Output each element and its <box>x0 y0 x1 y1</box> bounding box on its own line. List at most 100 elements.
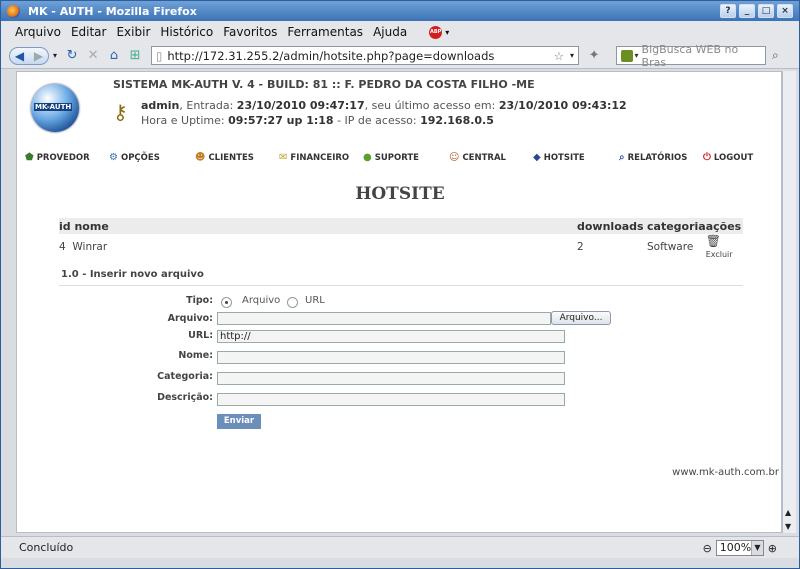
ip-address: 192.168.0.5 <box>420 114 494 127</box>
submit-button[interactable]: Enviar <box>217 414 261 429</box>
nome-label: Nome: <box>178 350 213 361</box>
menu-arquivo[interactable]: Arquivo <box>15 25 61 39</box>
browser-window: MK - AUTH - Mozilla Firefox ? _ □ × Arqu… <box>0 0 800 569</box>
stop-icon[interactable]: ✕ <box>84 47 102 65</box>
back-icon[interactable]: ◀ <box>15 49 24 63</box>
search-box[interactable]: ▾ BigBusca WEB no Bras <box>616 43 767 69</box>
bookmark-star-icon[interactable]: ☆ <box>554 49 564 63</box>
menu-editar[interactable]: Editar <box>71 25 107 39</box>
file-input[interactable] <box>217 312 551 325</box>
addon-icon[interactable]: ✦ <box>585 47 603 65</box>
reload-icon[interactable]: ↻ <box>63 47 81 65</box>
title-bar: MK - AUTH - Mozilla Firefox ? _ □ × <box>1 1 799 21</box>
url-bar[interactable]: ▯ http://172.31.255.2/admin/hotsite.php?… <box>151 46 580 65</box>
finance-icon: ✉ <box>279 152 288 163</box>
trash-icon[interactable]: 🗑 <box>706 234 721 248</box>
page-content: MK-AUTH SISTEMA MK-AUTH V. 4 - BUILD: 81… <box>16 71 782 533</box>
menu-central[interactable]: ☺ CENTRAL <box>449 152 533 163</box>
arquivo-label: Arquivo: <box>167 313 213 324</box>
table-header: id nome downloads categoria ações <box>59 218 743 234</box>
adblock-icon[interactable]: ABP <box>429 25 443 39</box>
mk-auth-logo: MK-AUTH <box>31 84 79 132</box>
adblock-dropdown-icon[interactable]: ▾ <box>445 28 449 37</box>
col-acoes: ações <box>705 218 743 234</box>
vertical-scrollbar[interactable]: ▲ ▼ <box>782 71 796 533</box>
hotsite-icon: ◆ <box>533 152 541 163</box>
page-icon: ▯ <box>156 48 163 63</box>
maximize-button[interactable]: □ <box>758 4 774 18</box>
descricao-input[interactable] <box>217 393 565 406</box>
zoom-out-icon[interactable]: ⊖ <box>703 542 712 555</box>
delete-action[interactable]: 🗑Excluir <box>706 234 743 260</box>
close-window-button[interactable]: × <box>777 4 793 18</box>
url-dropdown-icon[interactable]: ▾ <box>570 51 574 60</box>
footer-link[interactable]: www.mk-auth.com.br <box>672 467 779 478</box>
menu-financeiro[interactable]: ✉ FINANCEIRO <box>279 152 363 163</box>
help-window-button[interactable]: ? <box>720 4 736 18</box>
page-title: HOTSITE <box>355 184 445 204</box>
back-forward-button[interactable]: ◀ ▶ <box>9 46 49 65</box>
scroll-up-icon[interactable]: ▲ <box>785 508 791 517</box>
menu-ajuda[interactable]: Ajuda <box>373 25 407 39</box>
main-menu: ⬟ PROVEDOR ⚙ OPÇÕES ☻ CLIENTES ✉ FINANCEIRO … <box>25 152 765 163</box>
menu-favoritos[interactable]: Favoritos <box>223 25 277 39</box>
row-id-nome: 4 Winrar <box>59 241 108 253</box>
provider-icon: ⬟ <box>25 152 34 163</box>
status-text: Concluído <box>19 541 74 554</box>
radio-url[interactable] <box>287 297 298 308</box>
menu-suporte[interactable]: ● SUPORTE <box>363 152 449 163</box>
menu-opcoes[interactable]: ⚙ OPÇÕES <box>109 152 195 163</box>
col-categoria: categoria <box>647 218 706 234</box>
menu-logout[interactable]: ⏻ LOGOUT <box>703 152 763 163</box>
browse-button[interactable]: Arquivo... <box>551 311 611 325</box>
col-downloads: downloads <box>577 218 647 234</box>
table-row: 4 Winrar 2 Software 🗑Excluir <box>59 234 743 260</box>
radio-url-label: URL <box>305 295 325 306</box>
descricao-label: Descrição: <box>157 392 213 403</box>
radio-arquivo[interactable] <box>221 297 232 308</box>
logout-icon: ⏻ <box>703 152 711 163</box>
forward-icon[interactable]: ▶ <box>34 49 43 63</box>
menu-ferramentas[interactable]: Ferramentas <box>287 25 363 39</box>
zoom-in-icon[interactable]: ⊕ <box>768 542 777 555</box>
downloads-table: id nome downloads categoria ações 4 Winr… <box>59 218 743 260</box>
search-go-icon[interactable]: ⌕ <box>772 48 779 63</box>
menu-clientes[interactable]: ☻ CLIENTES <box>195 152 279 163</box>
url-input[interactable]: http:// <box>217 330 565 343</box>
menu-provedor[interactable]: ⬟ PROVEDOR <box>25 152 109 163</box>
clients-icon: ☻ <box>195 152 206 163</box>
menu-historico[interactable]: Histórico <box>160 25 213 39</box>
home-icon[interactable]: ⌂ <box>105 47 123 65</box>
minimize-button[interactable]: _ <box>739 4 755 18</box>
nome-input[interactable] <box>217 351 565 364</box>
col-id-nome: id nome <box>59 218 577 234</box>
menu-bar: Arquivo Editar Exibir Histórico Favorito… <box>1 21 799 43</box>
search-engine-dropdown-icon[interactable]: ▾ <box>635 51 639 60</box>
zoom-controls: ⊖ 100% ▼ ⊕ <box>703 540 777 556</box>
menu-relatorios[interactable]: ⌕ RELATÓRIOS <box>619 152 703 163</box>
support-icon: ● <box>363 152 372 163</box>
scroll-down-icon[interactable]: ▼ <box>785 522 791 531</box>
row-categoria: Software <box>647 241 694 253</box>
firefox-icon <box>7 4 20 18</box>
username: admin <box>141 99 180 112</box>
options-icon: ⚙ <box>109 152 118 163</box>
reports-icon: ⌕ <box>619 152 625 163</box>
window-title: MK - AUTH - Mozilla Firefox <box>28 4 197 18</box>
navigation-toolbar: ◀ ▶ ▾ ↻ ✕ ⌂ ⊞ ▯ http://172.31.255.2/admin… <box>1 43 799 69</box>
uptime: 09:57:27 up 1:18 <box>228 114 334 127</box>
url-label: URL: <box>188 330 213 341</box>
history-dropdown-icon[interactable]: ▾ <box>53 51 57 60</box>
search-engine-icon[interactable] <box>621 49 633 62</box>
zoom-dropdown-icon[interactable]: ▼ <box>751 541 763 555</box>
menu-hotsite[interactable]: ◆ HOTSITE <box>533 152 619 163</box>
ultimo-acesso: 23/10/2010 09:43:12 <box>498 99 627 112</box>
zoom-select[interactable]: 100% ▼ <box>715 540 764 556</box>
categoria-input[interactable] <box>217 372 565 385</box>
url-text[interactable]: http://172.31.255.2/admin/hotsite.php?pa… <box>167 49 553 63</box>
entrada-time: 23/10/2010 09:47:17 <box>236 99 365 112</box>
new-tab-icon[interactable]: ⊞ <box>126 47 144 65</box>
status-bar: Concluído ⊖ 100% ▼ ⊕ <box>1 536 799 558</box>
menu-exibir[interactable]: Exibir <box>116 25 150 39</box>
system-info: SISTEMA MK-AUTH V. 4 - BUILD: 81 :: F. P… <box>113 78 535 91</box>
